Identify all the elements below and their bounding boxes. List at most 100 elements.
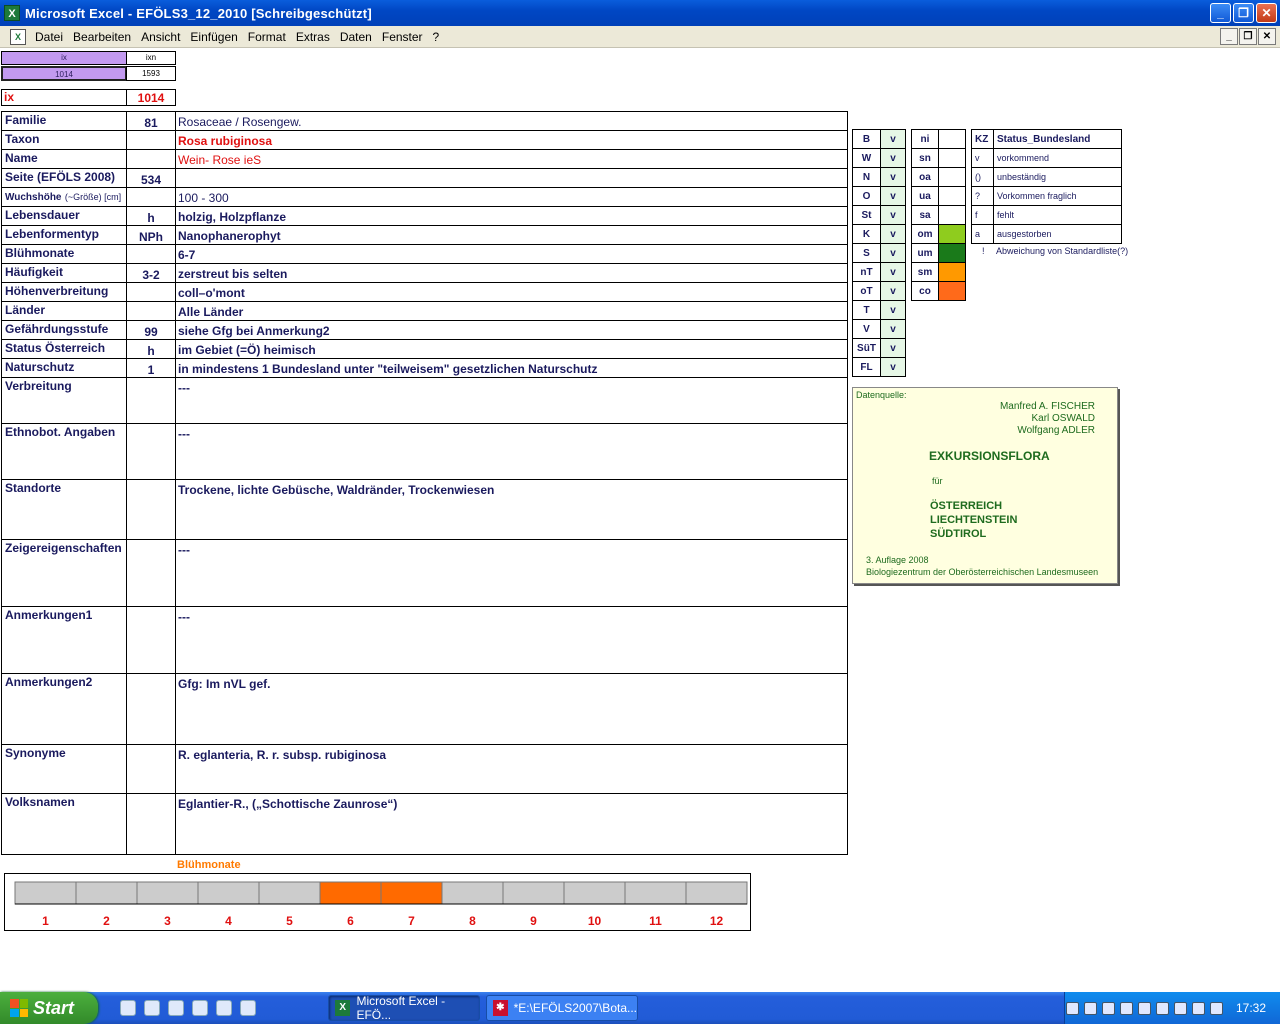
region-status[interactable]: v [880, 281, 906, 301]
search-icon[interactable] [1101, 1001, 1115, 1015]
region-status[interactable]: v [880, 300, 906, 320]
region-code[interactable]: W [852, 148, 881, 168]
block-code[interactable] [126, 479, 176, 540]
security-icon[interactable] [1083, 1001, 1097, 1015]
field-value[interactable]: coll–o'mont [175, 282, 848, 302]
field-label[interactable]: Blühmonate [1, 244, 127, 264]
legend-text[interactable]: vorkommend [993, 148, 1122, 168]
altitude-code[interactable]: sm [911, 262, 939, 282]
field-value[interactable]: Rosa rubiginosa [175, 130, 848, 150]
legend-text[interactable]: Vorkommen fraglich [993, 186, 1122, 206]
ixn-header-cell[interactable]: ixn [126, 51, 176, 65]
field-value[interactable]: zerstreut bis selten [175, 263, 848, 283]
legend-text[interactable]: ausgestorben [993, 224, 1122, 244]
block-value[interactable]: R. eglanteria, R. r. subsp. rubiginosa [175, 744, 848, 794]
altitude-color-swatch[interactable] [938, 281, 966, 301]
altitude-code[interactable]: sn [911, 148, 939, 168]
menu-item-0[interactable]: Datei [30, 30, 68, 44]
close-button[interactable]: ✕ [1256, 3, 1277, 23]
block-value[interactable]: Trockene, lichte Gebüsche, Waldränder, T… [175, 479, 848, 540]
field-label[interactable]: Häufigkeit [1, 263, 127, 283]
field-label[interactable]: Höhenverbreitung [1, 282, 127, 302]
altitude-code[interactable]: ni [911, 129, 939, 149]
field-value[interactable]: 6-7 [175, 244, 848, 264]
legend-kz[interactable]: () [971, 167, 994, 187]
field-value[interactable]: Nanophanerophyt [175, 225, 848, 245]
quicklaunch-firefox-icon[interactable] [240, 1000, 256, 1016]
field-value[interactable]: 100 - 300 [175, 187, 848, 207]
quicklaunch-desktop-icon[interactable] [120, 1000, 136, 1016]
region-code[interactable]: N [852, 167, 881, 187]
altitude-code[interactable]: oa [911, 167, 939, 187]
menu-item-8[interactable]: ? [428, 30, 445, 44]
region-code[interactable]: SüT [852, 338, 881, 358]
region-status[interactable]: v [880, 262, 906, 282]
menu-item-3[interactable]: Einfügen [185, 30, 242, 44]
tools-icon[interactable] [1209, 1001, 1223, 1015]
menu-item-2[interactable]: Ansicht [136, 30, 185, 44]
volume-icon[interactable] [1119, 1001, 1133, 1015]
block-value[interactable]: --- [175, 423, 848, 480]
field-value[interactable]: holzig, Holzpflanze [175, 206, 848, 226]
ix-label-cell[interactable]: ix [1, 89, 127, 106]
legend-text[interactable]: fehlt [993, 205, 1122, 225]
region-status[interactable]: v [880, 129, 906, 149]
altitude-color-swatch[interactable] [938, 243, 966, 263]
field-value[interactable]: siehe Gfg bei Anmerkung2 [175, 320, 848, 340]
altitude-color-swatch[interactable] [938, 186, 966, 206]
field-label[interactable]: Wuchshöhe (~Größe) [cm] [1, 187, 127, 207]
field-code[interactable] [126, 149, 176, 169]
field-value[interactable] [175, 168, 848, 188]
ixn-value-cell[interactable]: 1593 [126, 66, 176, 81]
field-label[interactable]: Gefährdungsstufe [1, 320, 127, 340]
altitude-color-swatch[interactable] [938, 129, 966, 149]
block-label[interactable]: Volksnamen [1, 793, 127, 855]
block-value[interactable]: --- [175, 539, 848, 607]
doc-restore-button[interactable]: ❐ [1239, 28, 1257, 45]
sync-icon[interactable] [1155, 1001, 1169, 1015]
block-label[interactable]: Ethnobot. Angaben [1, 423, 127, 480]
minimize-button[interactable]: _ [1210, 3, 1231, 23]
region-code[interactable]: S [852, 243, 881, 263]
block-value[interactable]: --- [175, 606, 848, 674]
shield-icon[interactable] [1137, 1001, 1151, 1015]
field-code[interactable] [126, 282, 176, 302]
region-code[interactable]: oT [852, 281, 881, 301]
field-label[interactable]: Lebensdauer [1, 206, 127, 226]
legend-kz-header[interactable]: KZ [971, 129, 994, 149]
block-value[interactable]: --- [175, 377, 848, 424]
clock[interactable]: 17:32 [1236, 1001, 1266, 1015]
region-status[interactable]: v [880, 167, 906, 187]
legend-title-header[interactable]: Status_Bundesland [993, 129, 1122, 149]
field-value[interactable]: Wein- Rose ieS [175, 149, 848, 169]
field-label[interactable]: Länder [1, 301, 127, 321]
legend-kz[interactable]: a [971, 224, 994, 244]
usb-icon[interactable] [1191, 1001, 1205, 1015]
field-label[interactable]: Familie [1, 111, 127, 131]
field-value[interactable]: Rosaceae / Rosengew. [175, 111, 848, 131]
region-status[interactable]: v [880, 338, 906, 358]
ix-header-cell[interactable]: ix [1, 51, 127, 65]
block-code[interactable] [126, 539, 176, 607]
menu-item-6[interactable]: Daten [335, 30, 377, 44]
start-button[interactable]: Start [0, 992, 98, 1024]
region-status[interactable]: v [880, 243, 906, 263]
altitude-code[interactable]: um [911, 243, 939, 263]
field-code[interactable]: 534 [126, 168, 176, 188]
info-icon[interactable] [1173, 1001, 1187, 1015]
ix-big-cell[interactable]: 1014 [126, 89, 176, 106]
field-value[interactable]: im Gebiet (=Ö) heimisch [175, 339, 848, 359]
block-value[interactable]: Gfg: Im nVL gef. [175, 673, 848, 745]
altitude-code[interactable]: sa [911, 205, 939, 225]
field-code[interactable]: h [126, 206, 176, 226]
field-label[interactable]: Name [1, 149, 127, 169]
task-explorer[interactable]: ✱ *E:\EFÖLS2007\Bota... [486, 995, 638, 1021]
task-excel[interactable]: X Microsoft Excel - EFÖ... [328, 994, 480, 1022]
altitude-code[interactable]: om [911, 224, 939, 244]
field-value[interactable]: Alle Länder [175, 301, 848, 321]
altitude-color-swatch[interactable] [938, 262, 966, 282]
network-icon[interactable] [1065, 1001, 1079, 1015]
quicklaunch-ie-icon[interactable] [192, 1000, 208, 1016]
field-code[interactable] [126, 130, 176, 150]
region-code[interactable]: nT [852, 262, 881, 282]
